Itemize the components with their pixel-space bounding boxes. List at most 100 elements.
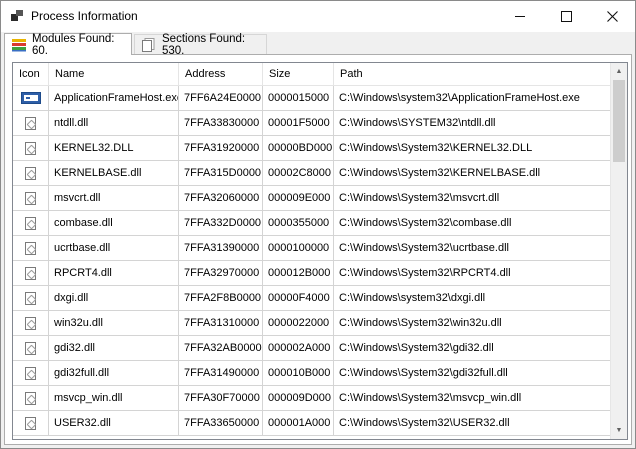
cell-name: gdi32full.dll <box>49 361 179 386</box>
cell-path: C:\Windows\SYSTEM32\ntdll.dll <box>334 111 611 136</box>
cell-size: 000009D000 <box>263 386 334 411</box>
cell-icon <box>13 411 49 436</box>
column-header-icon[interactable]: Icon <box>13 63 49 85</box>
table-row[interactable]: win32u.dll 7FFA31310000 0000022000 C:\Windo… <box>13 311 611 336</box>
cell-address: 7FFA31310000 <box>179 311 263 336</box>
cell-path: C:\Windows\System32\msvcrt.dll <box>334 186 611 211</box>
scroll-up-arrow-icon[interactable]: ▲ <box>611 63 627 80</box>
cell-icon <box>13 136 49 161</box>
cell-path: C:\Windows\System32\KERNEL32.DLL <box>334 136 611 161</box>
table-row[interactable]: msvcrt.dll 7FFA32060000 000009E000 C:\Windo… <box>13 186 611 211</box>
cell-address: 7FF6A24E0000 <box>179 86 263 111</box>
cell-icon <box>13 261 49 286</box>
cell-icon <box>13 286 49 311</box>
dll-file-icon <box>25 266 36 280</box>
cell-name: msvcrt.dll <box>49 186 179 211</box>
dll-file-icon <box>25 141 36 155</box>
minimize-button[interactable] <box>497 1 543 32</box>
cell-address: 7FFA32060000 <box>179 186 263 211</box>
cell-path: C:\Windows\System32\msvcp_win.dll <box>334 386 611 411</box>
cell-icon <box>13 311 49 336</box>
dll-file-icon <box>25 316 36 330</box>
cell-size: 000010B000 <box>263 361 334 386</box>
cell-address: 7FFA2F8B0000 <box>179 286 263 311</box>
cell-address: 7FFA32970000 <box>179 261 263 286</box>
table-row[interactable]: msvcp_win.dll 7FFA30F70000 000009D000 C:\Wi… <box>13 386 611 411</box>
cell-name: KERNEL32.DLL <box>49 136 179 161</box>
cell-path: C:\Windows\System32\ucrtbase.dll <box>334 236 611 261</box>
cell-path: C:\Windows\System32\gdi32.dll <box>334 336 611 361</box>
cell-size: 000001A000 <box>263 411 334 436</box>
minimize-icon <box>515 16 525 17</box>
cell-icon <box>13 211 49 236</box>
cell-address: 7FFA31490000 <box>179 361 263 386</box>
cell-address: 7FFA30F70000 <box>179 386 263 411</box>
dll-file-icon <box>25 366 36 380</box>
maximize-button[interactable] <box>543 1 589 32</box>
dll-file-icon <box>25 291 36 305</box>
process-information-window: Process Information Modules Found: 60. S… <box>0 0 636 449</box>
cell-address: 7FFA33650000 <box>179 411 263 436</box>
title-bar[interactable]: Process Information <box>1 1 635 32</box>
cell-name: combase.dll <box>49 211 179 236</box>
column-header-address[interactable]: Address <box>179 63 263 85</box>
dll-file-icon <box>25 391 36 405</box>
cell-icon <box>13 236 49 261</box>
scrollbar-thumb[interactable] <box>613 80 625 162</box>
tab-modules-label: Modules Found: 60. <box>32 32 115 57</box>
cell-path: C:\Windows\system32\dxgi.dll <box>334 286 611 311</box>
scroll-down-arrow-icon[interactable]: ▼ <box>611 422 627 439</box>
cell-size: 00000F4000 <box>263 286 334 311</box>
dll-file-icon <box>25 341 36 355</box>
cell-icon <box>13 111 49 136</box>
cell-size: 00000BD000 <box>263 136 334 161</box>
dll-file-icon <box>25 166 36 180</box>
modules-table[interactable]: Icon Name Address Size Path ApplicationF… <box>12 62 628 440</box>
column-header-name[interactable]: Name <box>49 63 179 85</box>
table-row[interactable]: RPCRT4.dll 7FFA32970000 000012B000 C:\Windo… <box>13 261 611 286</box>
cell-size: 000012B000 <box>263 261 334 286</box>
cell-address: 7FFA33830000 <box>179 111 263 136</box>
table-row[interactable]: combase.dll 7FFA332D0000 0000355000 C:\Wind… <box>13 211 611 236</box>
close-button[interactable] <box>589 1 635 32</box>
cell-name: KERNELBASE.dll <box>49 161 179 186</box>
table-row[interactable]: gdi32full.dll 7FFA31490000 000010B000 C:\Wi… <box>13 361 611 386</box>
cell-address: 7FFA32AB0000 <box>179 336 263 361</box>
table-row[interactable]: ntdll.dll 7FFA33830000 00001F5000 C:\Window… <box>13 111 611 136</box>
table-row[interactable]: ucrtbase.dll 7FFA31390000 0000100000 C:\Win… <box>13 236 611 261</box>
column-header-path[interactable]: Path <box>334 63 611 85</box>
cell-path: C:\Windows\System32\combase.dll <box>334 211 611 236</box>
cell-name: USER32.dll <box>49 411 179 436</box>
table-row[interactable]: gdi32.dll 7FFA32AB0000 000002A000 C:\Window… <box>13 336 611 361</box>
cell-icon <box>13 186 49 211</box>
dll-file-icon <box>25 416 36 430</box>
cell-size: 0000022000 <box>263 311 334 336</box>
cell-path: C:\Windows\System32\KERNELBASE.dll <box>334 161 611 186</box>
dll-file-icon <box>25 216 36 230</box>
cell-size: 00002C8000 <box>263 161 334 186</box>
cell-size: 000009E000 <box>263 186 334 211</box>
table-row[interactable]: ApplicationFrameHost.exe 7FF6A24E0000 0000… <box>13 86 611 111</box>
cell-name: win32u.dll <box>49 311 179 336</box>
table-row[interactable]: KERNEL32.DLL 7FFA31920000 00000BD000 C:\Win… <box>13 136 611 161</box>
cell-icon <box>13 86 49 111</box>
cell-name: ApplicationFrameHost.exe <box>49 86 179 111</box>
table-header: Icon Name Address Size Path <box>13 63 611 86</box>
maximize-icon <box>560 11 572 22</box>
table-row[interactable]: KERNELBASE.dll 7FFA315D0000 00002C8000 C:\W… <box>13 161 611 186</box>
dll-file-icon <box>25 191 36 205</box>
cell-icon <box>13 361 49 386</box>
tab-sections[interactable]: Sections Found: 530. <box>134 33 267 57</box>
table-row[interactable]: dxgi.dll 7FFA2F8B0000 00000F4000 C:\Windows… <box>13 286 611 311</box>
cell-size: 000002A000 <box>263 336 334 361</box>
tab-modules[interactable]: Modules Found: 60. <box>4 32 132 57</box>
cell-icon <box>13 336 49 361</box>
dll-file-icon <box>25 241 36 255</box>
window-title: Process Information <box>31 9 138 23</box>
cell-address: 7FFA31920000 <box>179 136 263 161</box>
cell-path: C:\Windows\System32\win32u.dll <box>334 311 611 336</box>
vertical-scrollbar[interactable]: ▲ ▼ <box>610 63 627 439</box>
cell-name: dxgi.dll <box>49 286 179 311</box>
table-row[interactable]: USER32.dll 7FFA33650000 000001A000 C:\Windo… <box>13 411 611 436</box>
column-header-size[interactable]: Size <box>263 63 334 85</box>
